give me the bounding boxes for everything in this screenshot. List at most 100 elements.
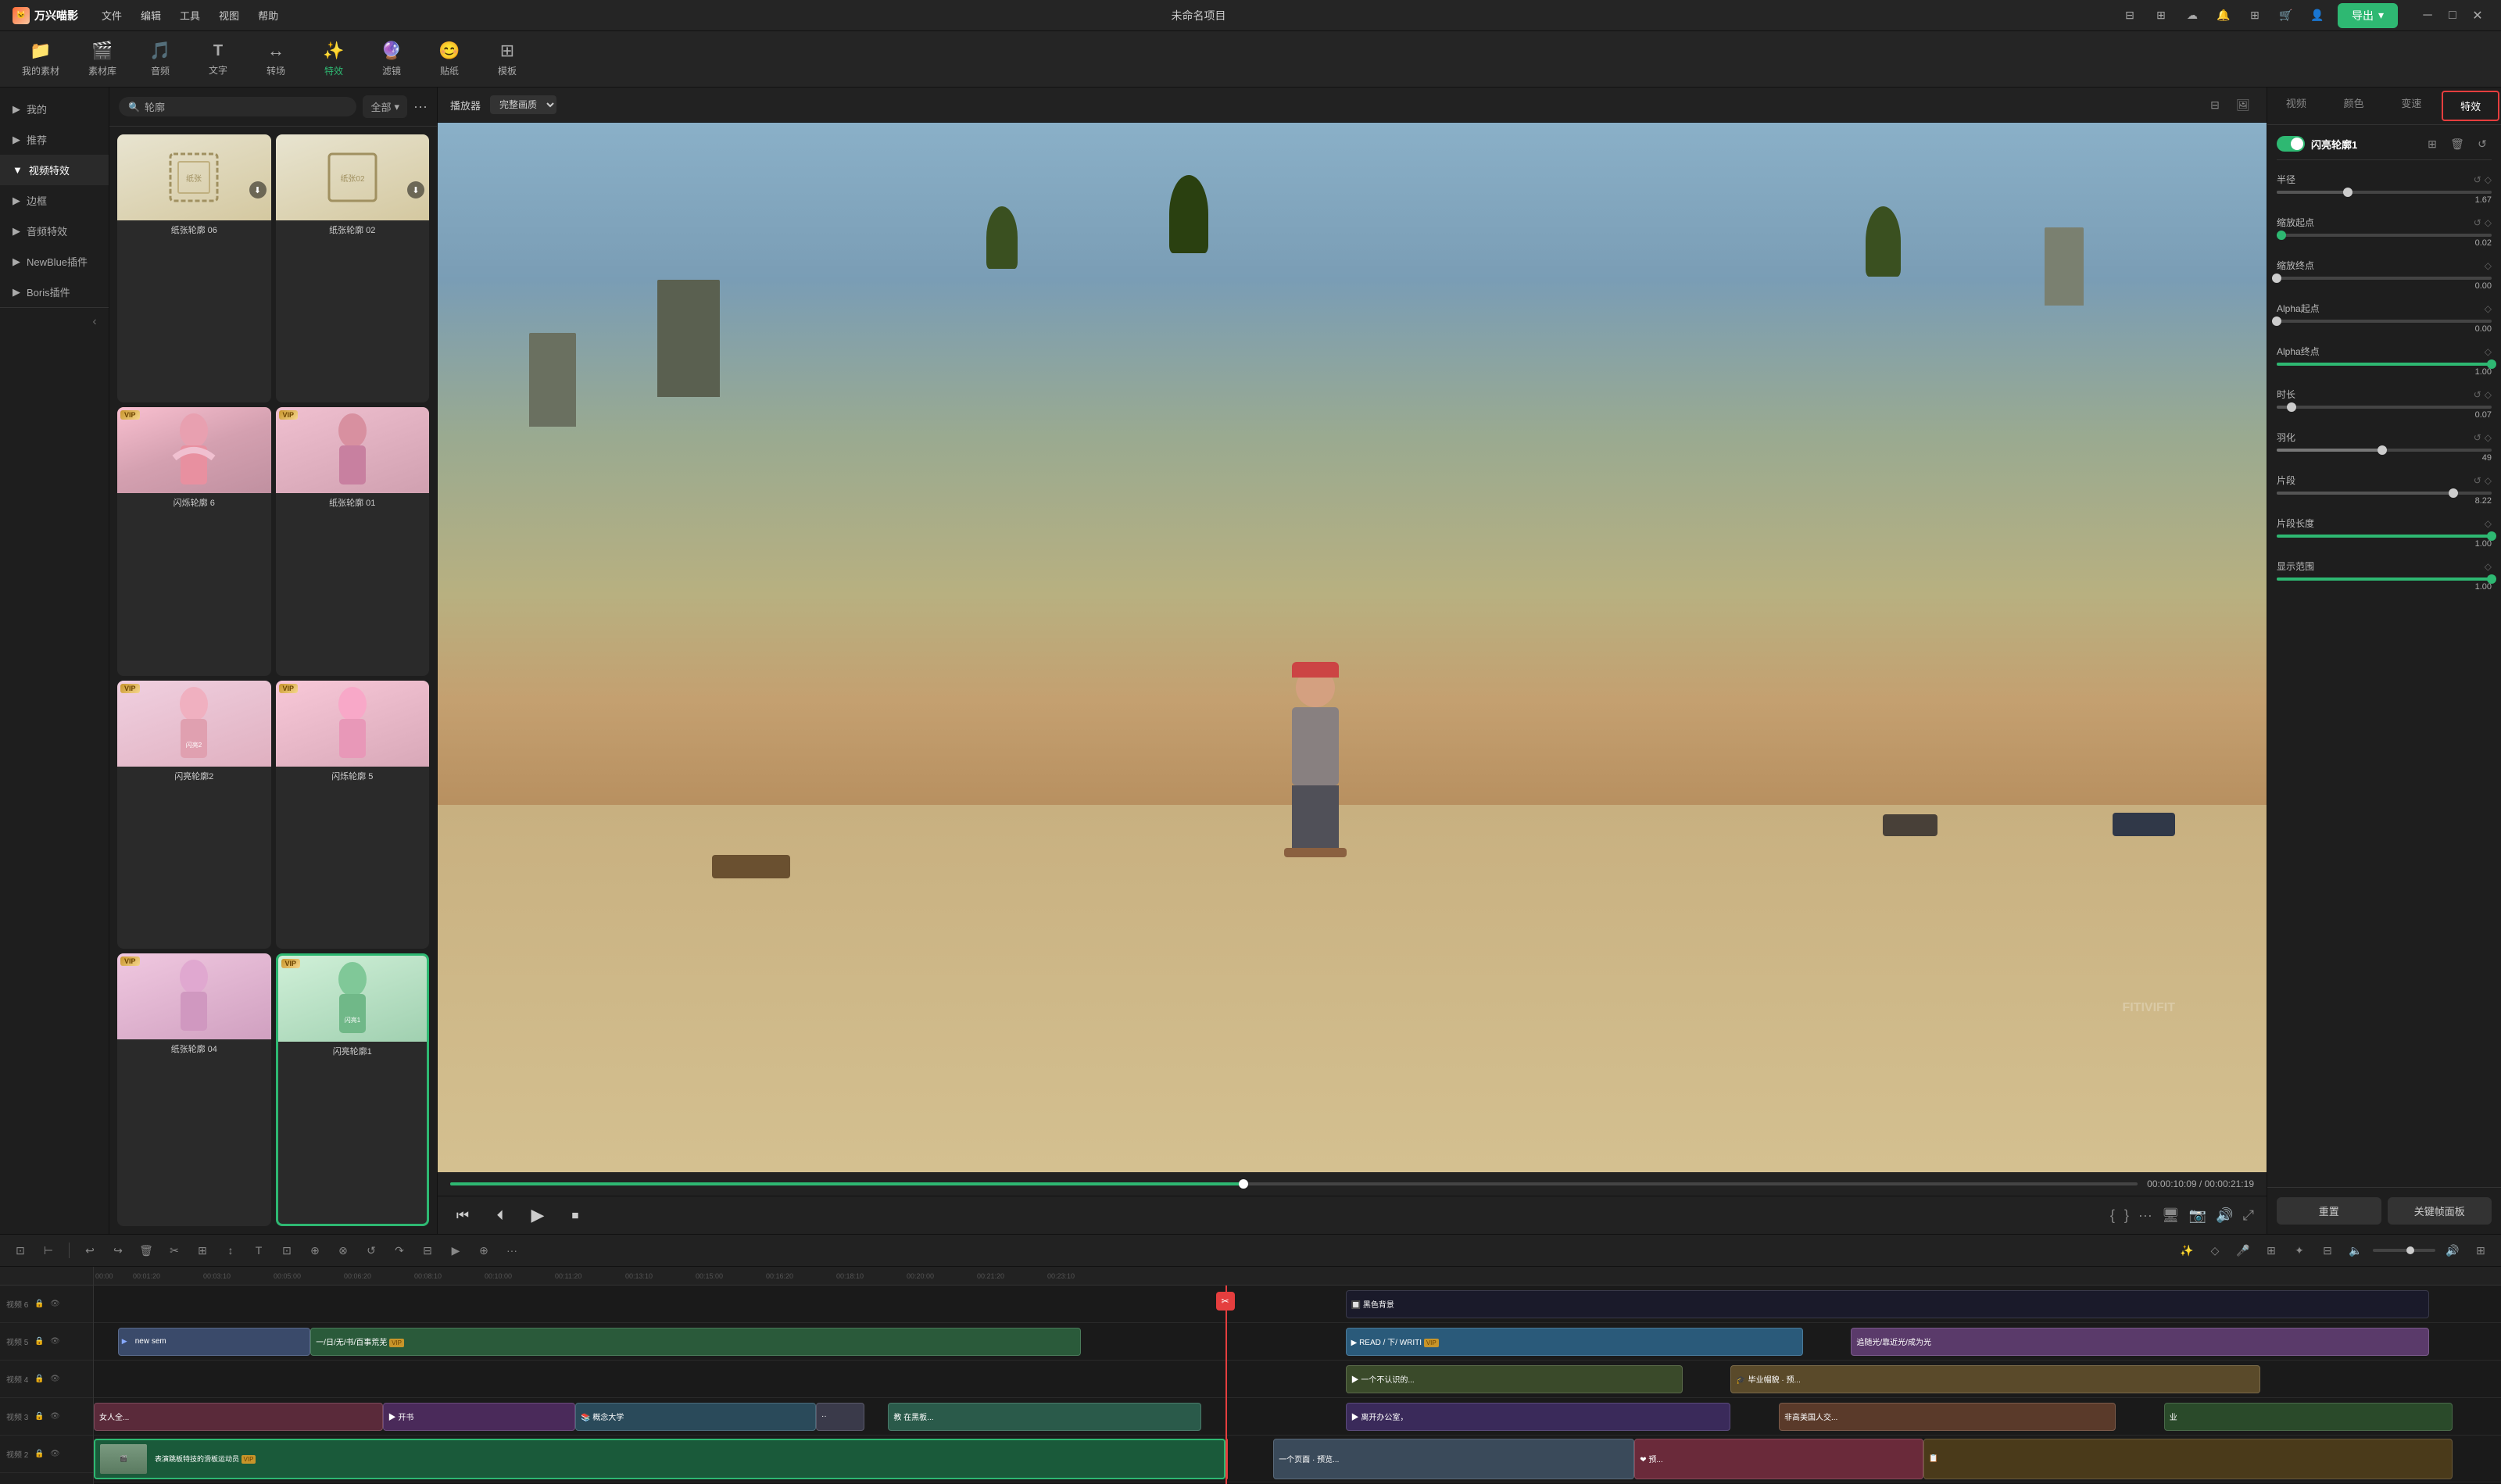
alpha-end-keyframe-icon[interactable]: ◇ xyxy=(2485,346,2492,357)
tab-effects[interactable]: 特效 xyxy=(2442,91,2499,121)
tab-video[interactable]: 视频 xyxy=(2267,88,2325,124)
alpha-start-slider[interactable] xyxy=(2277,320,2492,323)
alpha-end-slider[interactable] xyxy=(2277,363,2492,366)
speed-thumb[interactable] xyxy=(2406,1246,2414,1254)
sidebar-item-boris[interactable]: ▶ Boris插件 xyxy=(0,277,109,307)
tab-transform[interactable]: 变速 xyxy=(2383,88,2441,124)
track-v2-lock[interactable]: 🔒 xyxy=(33,1448,45,1461)
segment-slider[interactable] xyxy=(2277,492,2492,495)
display-range-keyframe-icon[interactable]: ◇ xyxy=(2485,561,2492,572)
tl-rect[interactable]: ⊡ xyxy=(276,1239,298,1261)
dots-icon[interactable]: ··· xyxy=(2138,1207,2152,1224)
sidebar-item-border[interactable]: ▶ 边框 xyxy=(0,185,109,216)
scale-start-slider[interactable] xyxy=(2277,234,2492,237)
clip-v3-8[interactable]: 业 xyxy=(2164,1403,2453,1431)
minimize-button[interactable]: ─ xyxy=(2417,5,2438,27)
clip-v1-5[interactable]: 📋 xyxy=(1923,1439,2453,1479)
clip-v3-2[interactable]: ▶ 开书 xyxy=(383,1403,575,1431)
clip-v3-3[interactable]: 📚 概念大学 xyxy=(575,1403,816,1431)
clip-v4-1[interactable]: ▶ 一个不认识的... xyxy=(1346,1365,1683,1393)
apps-icon[interactable]: ⊞ xyxy=(2244,5,2266,27)
more-options-button[interactable]: ··· xyxy=(413,98,428,115)
tl-cut[interactable]: ✂ xyxy=(163,1239,185,1261)
speed-slider[interactable] xyxy=(2373,1249,2435,1252)
tool-template[interactable]: ⊞ 模板 xyxy=(480,36,535,82)
tl-minus[interactable]: ⊟ xyxy=(417,1239,438,1261)
scale-end-keyframe-icon[interactable]: ◇ xyxy=(2485,260,2492,271)
download-icon-1[interactable]: ⬇ xyxy=(249,181,267,198)
effect-item-7[interactable]: VIP 纸张轮廓 04 xyxy=(117,953,271,1226)
tool-effects[interactable]: ✨ 特效 xyxy=(306,36,361,82)
segment-len-slider[interactable] xyxy=(2277,535,2492,538)
tool-transition[interactable]: ↔ 转场 xyxy=(249,36,303,82)
clip-v4-2[interactable]: 🎓 毕业帽貌 · 预... xyxy=(1730,1365,2260,1393)
display-range-slider[interactable] xyxy=(2277,578,2492,581)
tool-text[interactable]: T 文字 xyxy=(191,38,245,81)
sidebar-item-recommend[interactable]: ▶ 推荐 xyxy=(0,124,109,155)
search-input[interactable] xyxy=(145,101,348,113)
feather-keyframe-icon[interactable]: ◇ xyxy=(2485,432,2492,443)
clip-v3-1[interactable]: 女人全... xyxy=(94,1403,383,1431)
maximize-button[interactable]: □ xyxy=(2442,5,2463,27)
tl-paste[interactable]: ⊗ xyxy=(332,1239,354,1261)
tl-snap-btn[interactable]: ✦ xyxy=(2288,1239,2310,1261)
preview-image-icon[interactable]: 🖼 xyxy=(2232,94,2254,116)
menu-help[interactable]: 帮助 xyxy=(258,8,278,23)
clip-v3-4[interactable]: ·· xyxy=(816,1403,864,1431)
scale-end-slider[interactable] xyxy=(2277,277,2492,280)
sidebar-item-video-fx[interactable]: ▼ 视频特效 xyxy=(0,155,109,185)
export-button[interactable]: 导出 ▾ xyxy=(2338,3,2398,28)
tl-delete[interactable]: 🗑 xyxy=(135,1239,157,1261)
effect-toggle[interactable] xyxy=(2277,136,2305,152)
tool-my-materials[interactable]: 📁 我的素材 xyxy=(9,36,72,82)
clip-v1-3[interactable]: 一个页面 · 预览... xyxy=(1273,1439,1634,1479)
tl-overlay-btn[interactable]: ⊞ xyxy=(2260,1239,2282,1261)
restore-icon[interactable]: ⊟ xyxy=(2119,5,2141,27)
segment-len-keyframe-icon[interactable]: ◇ xyxy=(2485,518,2492,529)
clip-v5-zhuiguang[interactable]: 追随光/靠近光/成为光 xyxy=(1851,1328,2428,1356)
feather-slider[interactable] xyxy=(2277,449,2492,452)
clip-v6-black[interactable]: 🔲 黑色背景 xyxy=(1346,1290,2429,1318)
track-v3-lock[interactable]: 🔒 xyxy=(33,1411,45,1423)
tl-vol-minus[interactable]: 🔈 xyxy=(2345,1239,2367,1261)
monitor-icon[interactable]: 🖥 xyxy=(2162,1207,2180,1224)
clip-v5-newsem[interactable]: ▶ new sem xyxy=(118,1328,310,1356)
effect-copy-icon[interactable]: ⊞ xyxy=(2423,134,2442,153)
tl-undo[interactable]: ↩ xyxy=(79,1239,101,1261)
track-v3-eye[interactable]: 👁 xyxy=(48,1411,61,1423)
tool-filter[interactable]: 🔮 滤镜 xyxy=(364,36,419,82)
filter-button[interactable]: 全部 ▾ xyxy=(363,95,407,118)
tl-mic-btn[interactable]: 🎤 xyxy=(2232,1239,2254,1261)
menu-edit[interactable]: 编辑 xyxy=(141,8,161,23)
bell-icon[interactable]: 🔔 xyxy=(2213,5,2234,27)
tl-extra[interactable]: ··· xyxy=(501,1239,523,1261)
track-v2-eye[interactable]: 👁 xyxy=(48,1448,61,1461)
progress-track[interactable] xyxy=(450,1182,2138,1185)
snapshot-icon[interactable]: 📷 xyxy=(2189,1207,2206,1224)
tl-vol-plus[interactable]: 🔊 xyxy=(2442,1239,2463,1261)
clip-v1-4[interactable]: ❤ 预... xyxy=(1634,1439,1923,1479)
cart-icon[interactable]: 🛒 xyxy=(2275,5,2297,27)
tl-crop[interactable]: ⊞ xyxy=(191,1239,213,1261)
tl-play[interactable]: ▶ xyxy=(445,1239,467,1261)
skip-back-button[interactable]: ⏮ xyxy=(450,1203,475,1228)
tl-grid-btn[interactable]: ⊞ xyxy=(2470,1239,2492,1261)
sidebar-collapse-btn[interactable]: ‹ xyxy=(87,314,102,330)
tl-more[interactable]: ↷ xyxy=(388,1239,410,1261)
cloud-icon[interactable]: ☁ xyxy=(2181,5,2203,27)
track-v6-eye[interactable]: 👁 xyxy=(48,1298,61,1311)
tl-keyframe-btn[interactable]: ◇ xyxy=(2204,1239,2226,1261)
user-icon[interactable]: 👤 xyxy=(2306,5,2328,27)
tool-sticker[interactable]: 😊 贴纸 xyxy=(422,36,477,82)
tl-razor-tool[interactable]: ⊢ xyxy=(38,1239,59,1261)
track-v5-eye[interactable]: 👁 xyxy=(48,1336,61,1348)
tl-rotate[interactable]: ↺ xyxy=(360,1239,382,1261)
radius-slider[interactable] xyxy=(2277,191,2492,194)
tool-audio[interactable]: 🎵 音频 xyxy=(133,36,188,82)
tl-redo[interactable]: ↪ xyxy=(107,1239,129,1261)
tl-plus[interactable]: ⊕ xyxy=(473,1239,495,1261)
feather-reset-icon[interactable]: ↺ xyxy=(2474,432,2481,443)
close-button[interactable]: ✕ xyxy=(2467,5,2488,27)
stop-button[interactable]: ⏹ xyxy=(563,1203,588,1228)
sidebar-item-my[interactable]: ▶ 我的 xyxy=(0,94,109,124)
